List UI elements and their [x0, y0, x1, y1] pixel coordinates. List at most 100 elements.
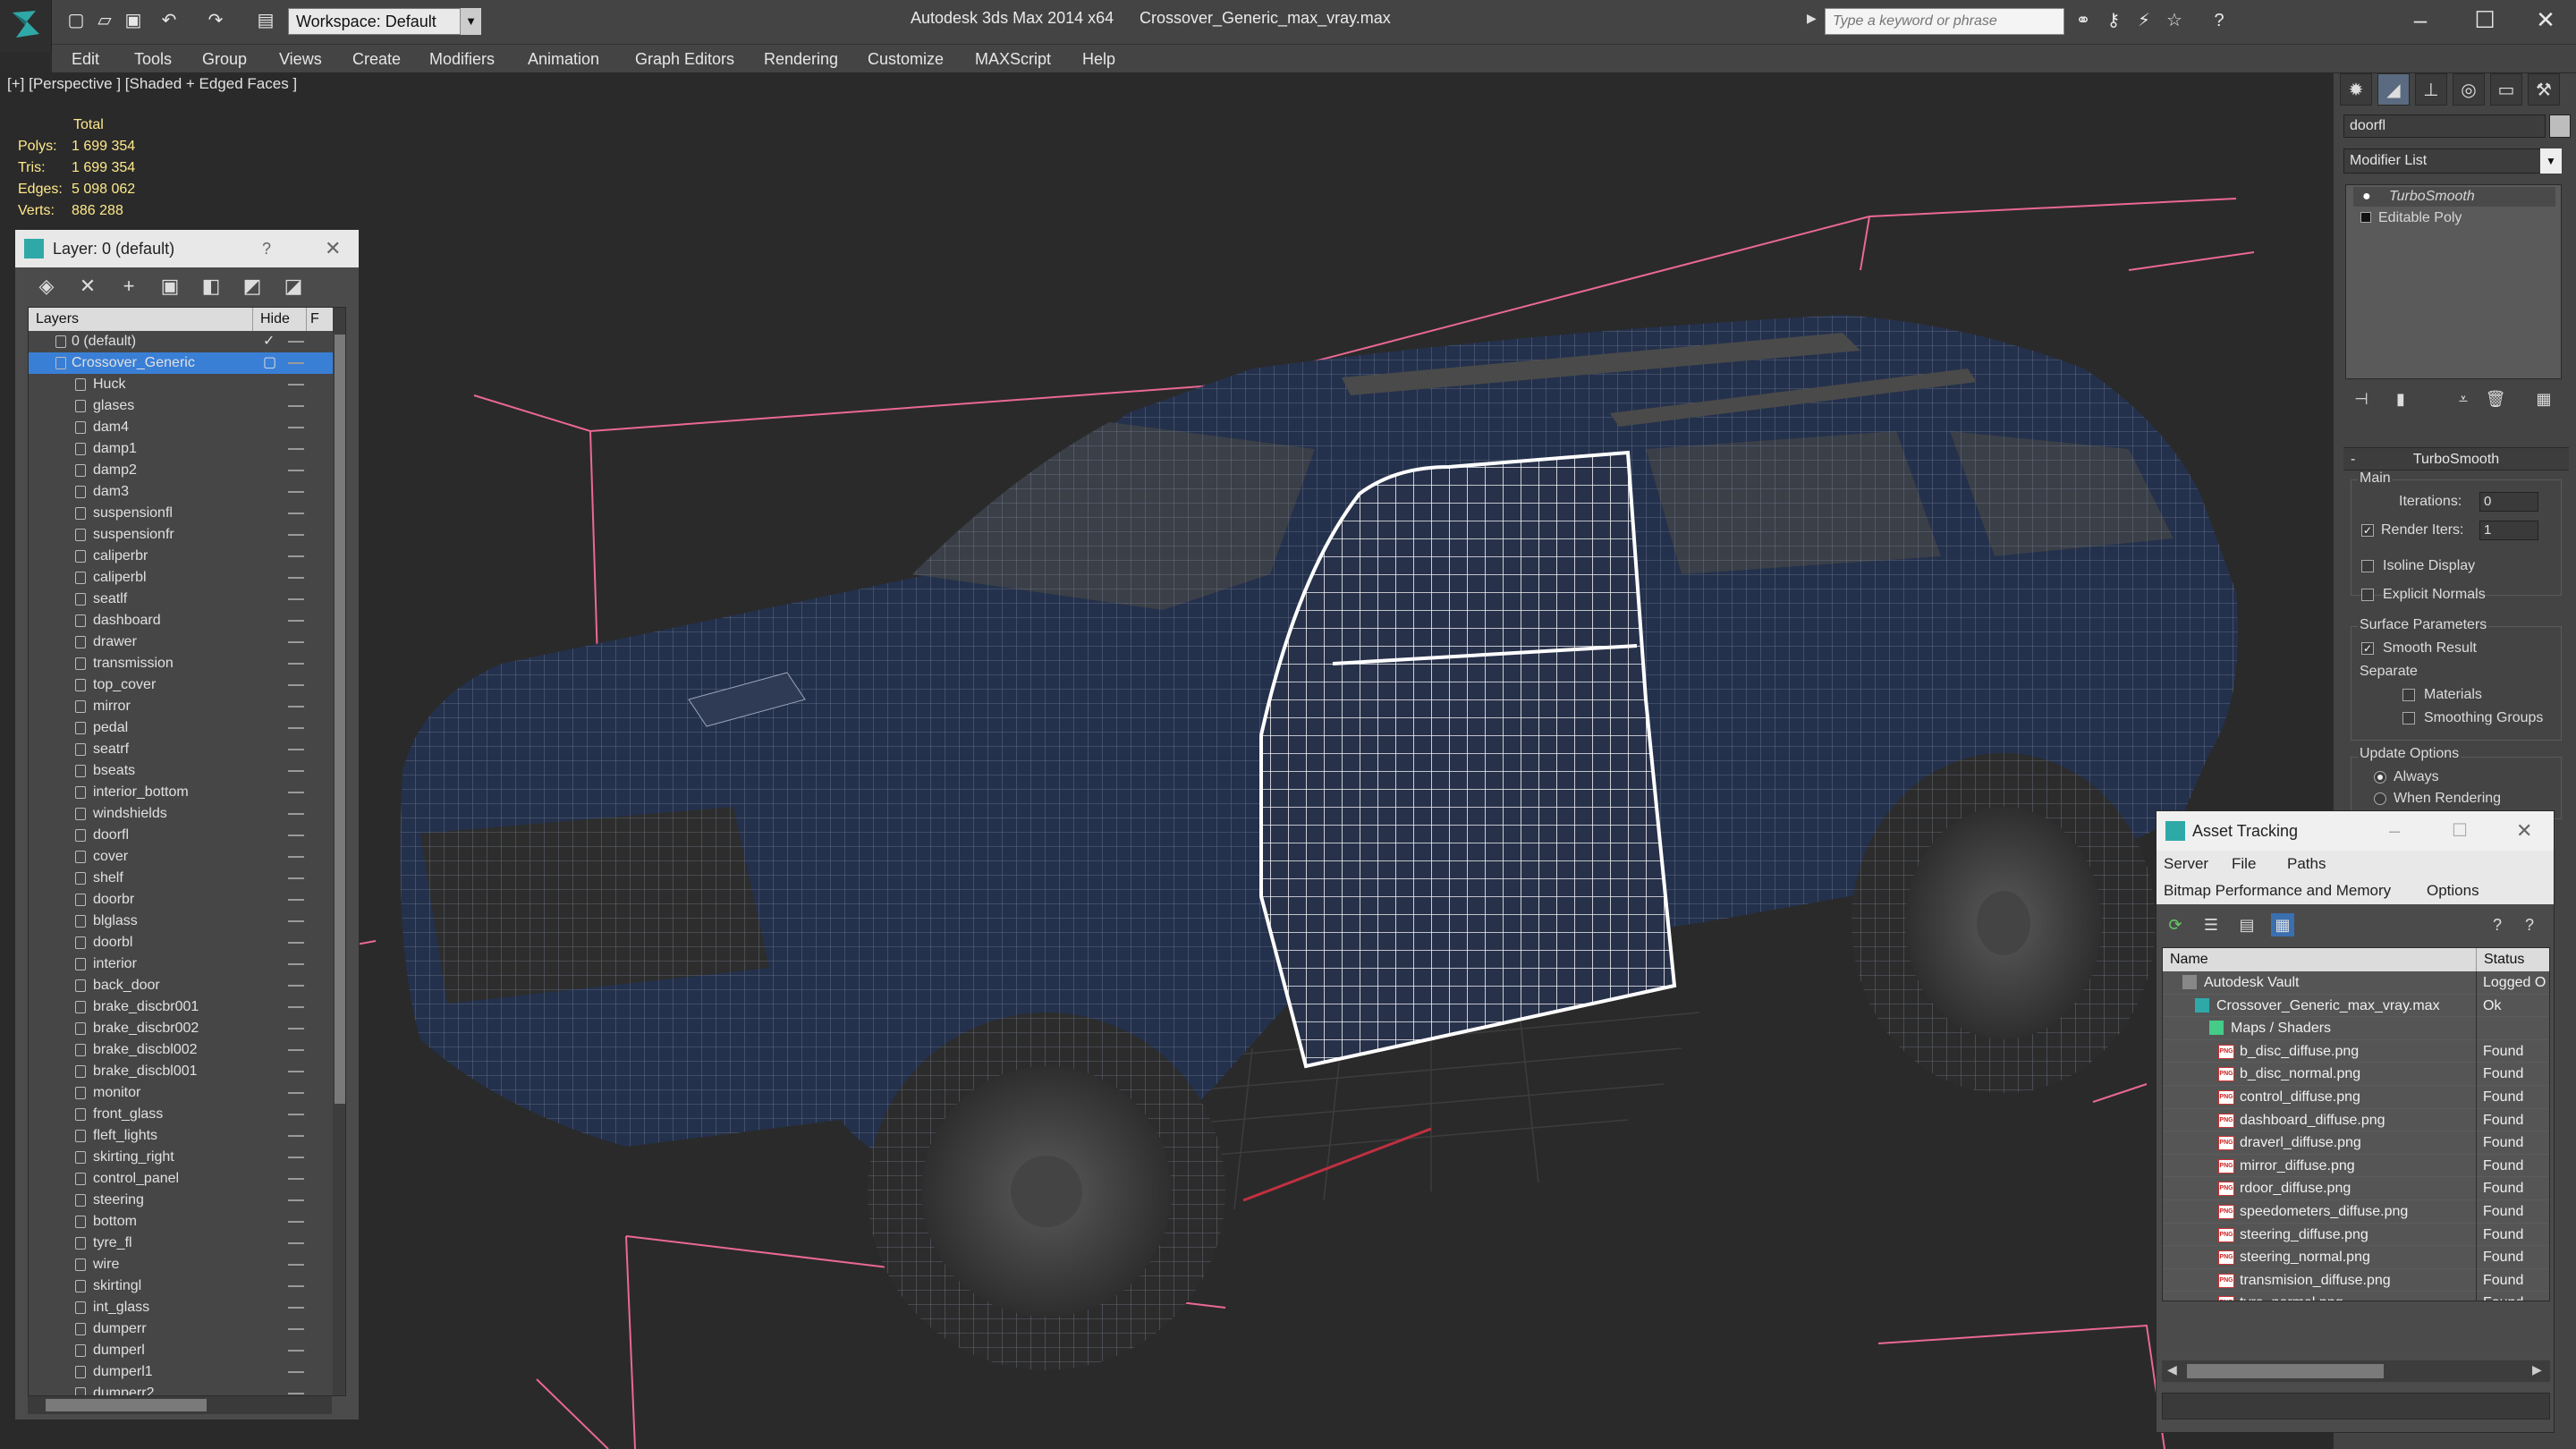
- hide-toggle[interactable]: [288, 555, 304, 557]
- layer-row[interactable]: int_glass: [29, 1297, 333, 1318]
- hide-toggle[interactable]: [288, 405, 304, 407]
- list-view-icon[interactable]: ☰: [2199, 913, 2223, 936]
- maximize-icon[interactable]: ☐: [2458, 4, 2512, 36]
- layer-row[interactable]: dumperl: [29, 1340, 333, 1361]
- chevron-down-icon[interactable]: ▼: [2540, 148, 2562, 174]
- hide-toggle[interactable]: [288, 1221, 304, 1223]
- hide-toggle[interactable]: [288, 1071, 304, 1072]
- menu-rendering[interactable]: Rendering: [764, 50, 838, 69]
- layer-row[interactable]: doorfl: [29, 825, 333, 846]
- communication-icon[interactable]: ⚡: [2132, 9, 2156, 32]
- layer-row[interactable]: drawer: [29, 631, 333, 653]
- maximize-icon[interactable]: ☐: [2452, 811, 2468, 851]
- expand-arrow-icon[interactable]: ▶: [1807, 11, 1817, 26]
- menu-modifiers[interactable]: Modifiers: [429, 50, 495, 69]
- layer-row[interactable]: dumperl1: [29, 1361, 333, 1383]
- menu-edit[interactable]: Edit: [72, 50, 99, 69]
- close-icon[interactable]: ✕: [325, 230, 341, 267]
- menu-views[interactable]: Views: [279, 50, 322, 69]
- layer-row[interactable]: brake_discbr001: [29, 996, 333, 1018]
- hide-toggle[interactable]: [288, 620, 304, 622]
- hide-toggle[interactable]: [288, 491, 304, 493]
- hide-toggle[interactable]: [288, 1157, 304, 1158]
- layer-row[interactable]: damp2: [29, 460, 333, 481]
- object-color-swatch[interactable]: [2549, 114, 2571, 138]
- scroll-left-icon[interactable]: ◀: [2167, 1362, 2177, 1377]
- asset-row[interactable]: PNG steering_normal.png Found: [2163, 1246, 2549, 1270]
- layer-row[interactable]: dumperr: [29, 1318, 333, 1340]
- asset-path-field[interactable]: [2162, 1393, 2550, 1419]
- asset-row[interactable]: PNG control_diffuse.png Found: [2163, 1086, 2549, 1109]
- hide-toggle[interactable]: [288, 577, 304, 579]
- col-status[interactable]: Status: [2476, 948, 2524, 971]
- layer-row[interactable]: control_panel: [29, 1168, 333, 1190]
- menu-create[interactable]: Create: [352, 50, 401, 69]
- stack-item-editable-poly[interactable]: Editable Poly: [2353, 208, 2555, 228]
- isoline-display-checkbox[interactable]: [2361, 560, 2374, 572]
- always-radio[interactable]: [2374, 771, 2386, 784]
- hide-toggle[interactable]: [288, 1028, 304, 1030]
- menu-maxscript[interactable]: MAXScript: [975, 50, 1051, 69]
- hide-toggle[interactable]: [288, 835, 304, 836]
- workspace-dropdown[interactable]: Workspace: Default: [288, 8, 481, 35]
- expand-icon[interactable]: [2360, 212, 2371, 223]
- vault-help-icon[interactable]: ?: [2486, 913, 2509, 936]
- menu-help[interactable]: Help: [1082, 50, 1115, 69]
- layer-row[interactable]: brake_discbl002: [29, 1039, 333, 1061]
- refresh-icon[interactable]: ⟳: [2164, 913, 2187, 936]
- menu-file[interactable]: File: [2232, 851, 2256, 877]
- hide-toggle[interactable]: [288, 727, 304, 729]
- help-icon[interactable]: ?: [2207, 9, 2231, 32]
- layer-row[interactable]: Crossover_Generic ▢: [29, 352, 333, 374]
- hide-all-icon[interactable]: ◩: [241, 275, 264, 298]
- hide-toggle[interactable]: [288, 770, 304, 772]
- col-hide[interactable]: Hide: [252, 308, 290, 331]
- hide-toggle[interactable]: [288, 513, 304, 514]
- layer-row[interactable]: interior: [29, 953, 333, 975]
- asset-row[interactable]: PNG rdoor_diffuse.png Found: [2163, 1177, 2549, 1201]
- col-name[interactable]: Name: [2170, 948, 2208, 971]
- layer-row[interactable]: caliperbr: [29, 546, 333, 567]
- stack-item-turbosmooth[interactable]: ● TurboSmooth: [2353, 187, 2555, 207]
- layer-row[interactable]: dumperr2: [29, 1383, 333, 1395]
- asset-row[interactable]: Crossover_Generic_max_vray.max Ok: [2163, 994, 2549, 1018]
- minimize-icon[interactable]: –: [2394, 4, 2447, 36]
- menu-options[interactable]: Options: [2427, 877, 2479, 904]
- hide-toggle[interactable]: [288, 1006, 304, 1008]
- select-objects-icon[interactable]: ▣: [158, 275, 182, 298]
- close-icon[interactable]: ✕: [2516, 811, 2532, 851]
- layer-row[interactable]: mirror: [29, 696, 333, 717]
- layer-row[interactable]: suspensionfr: [29, 524, 333, 546]
- collapse-icon[interactable]: -: [2351, 448, 2355, 471]
- highlight-layer-icon[interactable]: ◧: [199, 275, 223, 298]
- hide-toggle[interactable]: [288, 470, 304, 471]
- scroll-thumb[interactable]: [335, 335, 345, 1104]
- menu-bitmap-performance[interactable]: Bitmap Performance and Memory: [2164, 877, 2391, 904]
- menu-graph-editors[interactable]: Graph Editors: [635, 50, 734, 69]
- hide-toggle[interactable]: [288, 1350, 304, 1352]
- hide-toggle[interactable]: [288, 684, 304, 686]
- hide-toggle[interactable]: [288, 1393, 304, 1394]
- asset-row[interactable]: PNG dashboard_diffuse.png Found: [2163, 1108, 2549, 1132]
- viewport-label[interactable]: [+] [Perspective ] [Shaded + Edged Faces…: [7, 75, 297, 93]
- hide-toggle[interactable]: [288, 362, 304, 364]
- layer-row[interactable]: brake_discbl001: [29, 1061, 333, 1082]
- layer-row[interactable]: blglass: [29, 911, 333, 932]
- hide-toggle[interactable]: [288, 1049, 304, 1051]
- scroll-thumb[interactable]: [2187, 1364, 2384, 1378]
- hide-toggle[interactable]: [288, 899, 304, 901]
- layer-row[interactable]: transmission: [29, 653, 333, 674]
- hide-toggle[interactable]: [288, 1135, 304, 1137]
- make-unique-icon[interactable]: ⩡: [2453, 388, 2474, 410]
- layer-row[interactable]: bottom: [29, 1211, 333, 1233]
- layer-row[interactable]: dam3: [29, 481, 333, 503]
- layer-row[interactable]: top_cover: [29, 674, 333, 696]
- add-to-layer-icon[interactable]: +: [117, 275, 140, 298]
- hide-toggle[interactable]: [288, 1371, 304, 1373]
- project-folder-icon[interactable]: ▤: [254, 9, 277, 32]
- tree-view-icon[interactable]: ▤: [2235, 913, 2258, 936]
- delete-layer-icon[interactable]: ✕: [76, 275, 99, 298]
- menu-tools[interactable]: Tools: [134, 50, 172, 69]
- hide-toggle[interactable]: [288, 920, 304, 922]
- asset-row[interactable]: PNG b_disc_normal.png Found: [2163, 1063, 2549, 1087]
